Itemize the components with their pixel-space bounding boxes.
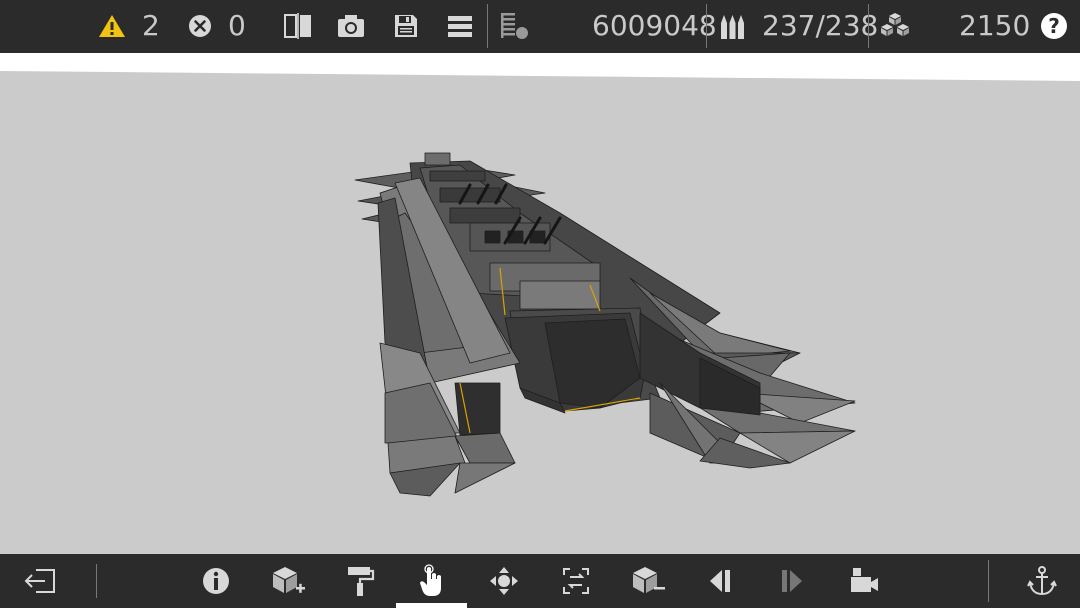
ammo-value: 237/238 <box>762 9 879 42</box>
cost-value: 6009048 <box>592 9 717 42</box>
warnings-count: 2 <box>142 9 160 42</box>
remove-block-icon[interactable] <box>628 564 668 598</box>
ammo-icon <box>716 10 750 42</box>
warning-icon[interactable] <box>96 10 128 42</box>
horizon-band <box>0 53 1080 81</box>
move-icon[interactable] <box>484 564 524 598</box>
toolbar-divider <box>706 4 707 48</box>
toolbar-divider <box>868 4 869 48</box>
active-tool-indicator <box>396 603 467 608</box>
ship-model <box>0 53 1080 497</box>
symmetry-icon[interactable] <box>282 10 314 42</box>
toolbar-divider <box>988 560 989 602</box>
save-icon[interactable] <box>390 10 422 42</box>
blocks-value: 2150 <box>959 9 1031 42</box>
undo-icon[interactable] <box>700 564 740 598</box>
error-icon[interactable] <box>186 10 214 42</box>
add-block-icon[interactable] <box>268 564 308 598</box>
toolbar-divider <box>487 4 488 48</box>
exit-icon[interactable] <box>20 564 60 598</box>
toolbar-divider <box>96 564 97 598</box>
anchor-icon[interactable] <box>1022 564 1062 598</box>
stats-icon[interactable] <box>496 10 532 42</box>
info-icon[interactable] <box>196 564 236 598</box>
help-label: ? <box>1041 13 1067 39</box>
bottom-toolbar <box>0 554 1080 608</box>
pointer-hand-icon[interactable] <box>412 564 452 598</box>
3d-viewport[interactable] <box>0 53 1080 554</box>
rotate-frame-icon[interactable] <box>556 564 596 598</box>
top-toolbar: 2 0 6009048 237/238 2150 ? <box>0 0 1080 53</box>
camera-icon[interactable] <box>334 10 368 42</box>
camera-view-icon[interactable] <box>844 564 884 598</box>
menu-icon[interactable] <box>444 10 476 42</box>
errors-count: 0 <box>228 9 246 42</box>
blocks-icon <box>876 10 914 42</box>
paint-roller-icon[interactable] <box>340 564 380 598</box>
redo-icon[interactable] <box>772 564 812 598</box>
help-icon[interactable]: ? <box>1040 10 1068 42</box>
